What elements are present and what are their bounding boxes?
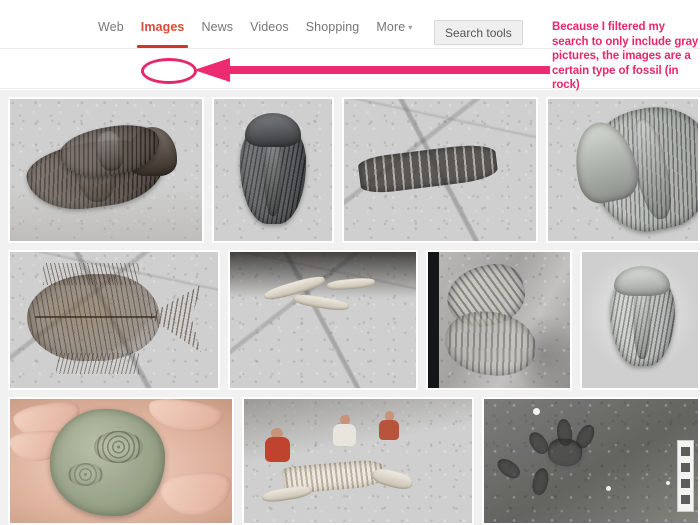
image-result-tile[interactable]: brown trilobite fossil on pale limestone… xyxy=(8,97,204,243)
rock-texture xyxy=(484,399,698,523)
fish-anal-fin xyxy=(55,352,139,375)
shadowed-area xyxy=(230,252,416,299)
tab-more-label: More xyxy=(376,20,406,34)
tab-more[interactable]: More ▾ xyxy=(376,20,429,35)
image-thumbnail: white trilobite fossil in pale stone xyxy=(582,252,698,388)
image-thumbnail: paleontologists excavating dinosaur skel… xyxy=(244,399,472,523)
image-result-tile[interactable]: hand holding green ammonite spiral fossi… xyxy=(8,397,234,525)
tab-videos[interactable]: Videos xyxy=(250,20,306,35)
annotation-arrow-icon xyxy=(194,58,550,82)
image-thumbnail: brown trilobite fossil on pale limestone… xyxy=(10,99,202,241)
image-result-tile[interactable]: fossil fish skeleton in pale stone xyxy=(8,250,220,390)
ammonite-rock xyxy=(49,408,166,516)
image-result-tile[interactable]: bone fragments in brown rock matrix xyxy=(228,250,418,390)
scale-card-square xyxy=(680,494,690,504)
image-result-tile[interactable]: white trilobite fossil in pale stone xyxy=(580,250,700,390)
tab-images-label: Images xyxy=(140,20,185,34)
image-thumbnail: segmented arthropod fossil in cracked gr… xyxy=(344,99,536,241)
chevron-down-icon: ▾ xyxy=(408,23,413,33)
scale-card-square xyxy=(680,478,690,488)
scale-card xyxy=(676,439,694,512)
image-thumbnail: close-up of large trilobite in pale gree… xyxy=(548,99,698,241)
image-result-tile[interactable]: dark trilobite fossil in grey rock matri… xyxy=(212,97,334,243)
person-body xyxy=(378,420,400,440)
image-thumbnail: trilobite impression in grey rock, dark … xyxy=(428,252,570,388)
scale-card-square xyxy=(680,462,690,472)
tab-images[interactable]: Images xyxy=(136,20,202,48)
tab-shopping-label: Shopping xyxy=(305,20,360,34)
tab-news[interactable]: News xyxy=(201,20,250,35)
search-tools-label: Search tools xyxy=(445,25,512,40)
image-thumbnail: dinosaur footprint in grey rock with sca… xyxy=(484,399,698,523)
image-thumbnail: dark trilobite fossil in grey rock matri… xyxy=(214,99,332,241)
image-thumbnail: fossil fish skeleton in pale stone xyxy=(10,252,218,388)
tab-web[interactable]: Web xyxy=(98,20,141,35)
tab-news-label: News xyxy=(201,20,234,34)
rock-slab xyxy=(439,252,570,388)
scale-marker-dot xyxy=(605,485,612,491)
image-thumbnail: hand holding green ammonite spiral fossi… xyxy=(10,399,232,523)
google-images-search-results-page: Web Images News Videos Shopping More ▾ Se… xyxy=(0,0,700,525)
annotation-highlight-oval xyxy=(141,58,197,84)
tab-shopping[interactable]: Shopping xyxy=(306,20,377,35)
image-result-tile[interactable]: close-up of large trilobite in pale gree… xyxy=(546,97,700,243)
annotation-text: Because I filtered my search to only inc… xyxy=(552,21,699,92)
fish-dorsal-fin xyxy=(43,262,139,285)
ammonite-spiral-fossil xyxy=(67,463,104,486)
search-tools-button[interactable]: Search tools xyxy=(434,20,523,45)
image-results-grid: brown trilobite fossil on pale limestone… xyxy=(0,90,700,525)
image-thumbnail: bone fragments in brown rock matrix xyxy=(230,252,416,388)
slab-shadow xyxy=(10,99,202,241)
tab-web-label: Web xyxy=(98,20,124,34)
person-body xyxy=(332,423,356,447)
person-body xyxy=(264,437,290,463)
search-mode-tabs: Web Images News Videos Shopping More ▾ xyxy=(98,20,429,48)
scale-card-square xyxy=(680,446,690,456)
image-result-tile[interactable]: segmented arthropod fossil in cracked gr… xyxy=(342,97,538,243)
image-result-tile[interactable]: paleontologists excavating dinosaur skel… xyxy=(242,397,474,525)
fish-spine xyxy=(34,315,156,318)
tab-videos-label: Videos xyxy=(250,20,289,34)
image-result-tile[interactable]: dinosaur footprint in grey rock with sca… xyxy=(482,397,700,525)
image-result-tile[interactable]: trilobite impression in grey rock, dark … xyxy=(426,250,572,390)
